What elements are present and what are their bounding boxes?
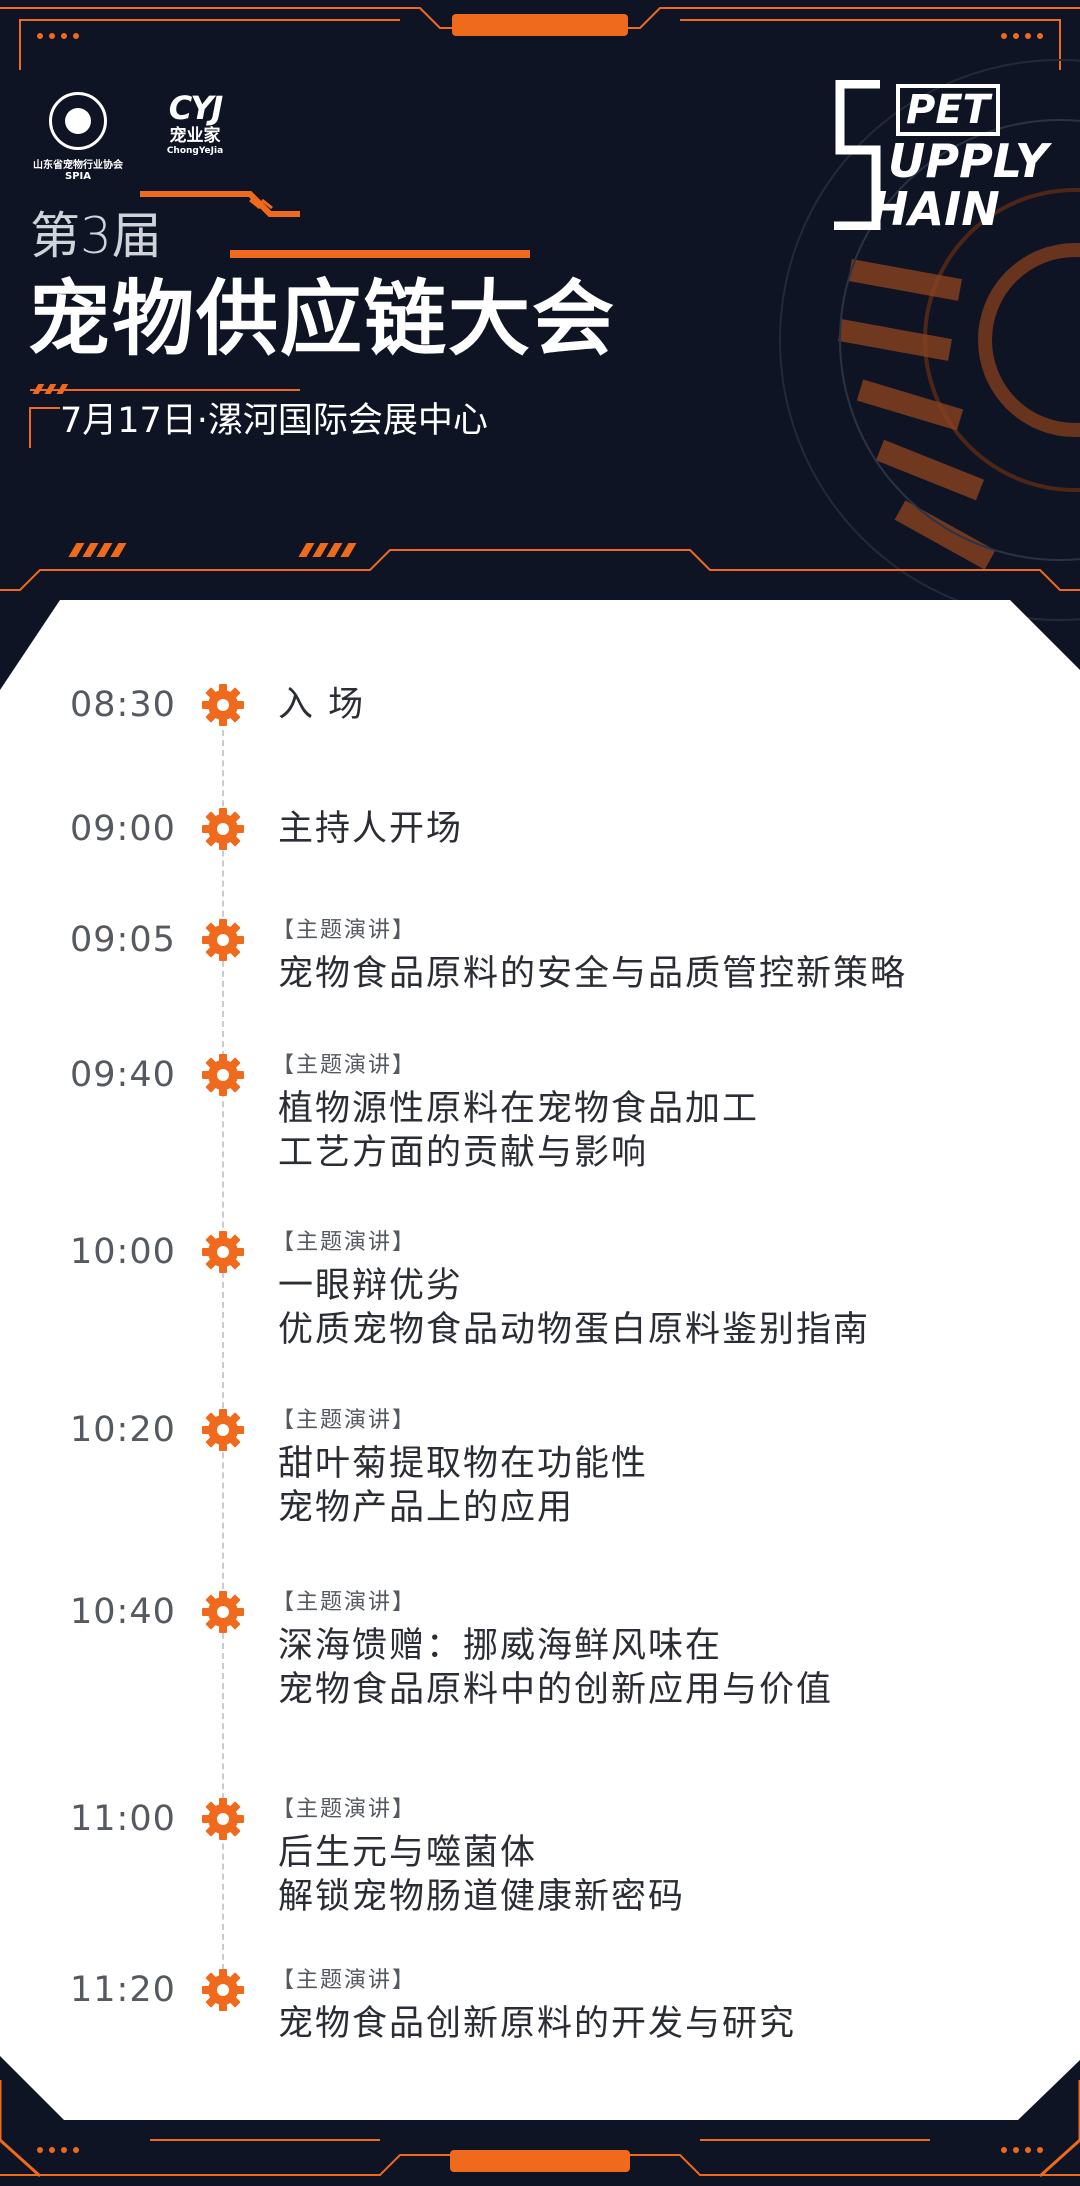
schedule-time: 11:00	[70, 1799, 176, 1839]
spia-abbr: SPIA	[65, 171, 91, 182]
gear-icon	[201, 1968, 245, 2012]
schedule-time: 10:20	[70, 1410, 176, 1450]
gear-icon	[201, 1053, 245, 1097]
schedule-title-line: 解锁宠物肠道健康新密码	[278, 1877, 686, 1917]
poster: 山东省宠物行业协会 SPIA CYJ 宠业家 ChongYeJia PET UP…	[0, 0, 1080, 2186]
spia-emblem-icon	[49, 92, 107, 150]
schedule-title-line: 宠物食品原料的安全与品质管控新策略	[278, 954, 908, 994]
schedule-title-line: 植物源性原料在宠物食品加工	[278, 1089, 760, 1129]
spia-logo: 山东省宠物行业协会 SPIA	[32, 92, 124, 182]
event-date-location: 7月17日·漯河国际会展中心	[60, 401, 488, 441]
schedule-time: 10:00	[70, 1232, 176, 1272]
schedule-title-line: 宠物食品原料中的创新应用与价值	[278, 1670, 834, 1710]
event-title: 宠物供应链大会	[28, 272, 617, 367]
gear-icon	[201, 683, 245, 727]
pet-logo-pet: PET	[896, 84, 1000, 136]
gear-icon	[201, 1797, 245, 1841]
schedule-title-line: 深海馈赠：挪威海鲜风味在	[278, 1626, 723, 1666]
schedule-tag: 【主题演讲】	[272, 918, 417, 943]
schedule-tag: 【主题演讲】	[272, 1053, 417, 1078]
event-edition: 第3届	[30, 207, 162, 265]
gear-icon	[201, 1230, 245, 1274]
schedule-title-line: 后生元与噬菌体	[278, 1833, 538, 1873]
schedule-title-line: 宠物食品创新原料的开发与研究	[278, 2004, 797, 2044]
schedule-time: 09:05	[70, 920, 176, 960]
schedule-title-line: 主持人开场	[278, 809, 464, 849]
schedule-time: 08:30	[70, 685, 176, 725]
schedule-title-line: 甜叶菊提取物在功能性	[278, 1444, 649, 1484]
cyj-name: 宠业家	[169, 126, 221, 146]
schedule-title-line: 入 场	[278, 685, 366, 725]
pet-logo-supply: UPPLY	[888, 134, 1049, 188]
schedule-tag: 【主题演讲】	[272, 1797, 417, 1822]
gear-icon	[201, 918, 245, 962]
pet-logo-chain: HAIN	[870, 182, 1000, 236]
schedule-tag: 【主题演讲】	[272, 1408, 417, 1433]
gear-icon	[201, 807, 245, 851]
schedule-title-line: 优质宠物食品动物蛋白原料鉴别指南	[278, 1310, 871, 1350]
schedule-time: 11:20	[70, 1970, 176, 2010]
schedule-time: 09:00	[70, 809, 176, 849]
pet-supply-chain-logo: PET UPPLY HAIN	[830, 80, 1060, 234]
spia-name: 山东省宠物行业协会	[33, 160, 123, 171]
schedule-time: 10:40	[70, 1592, 176, 1632]
schedule-title-line: 宠物产品上的应用	[278, 1488, 575, 1528]
schedule-time: 09:40	[70, 1055, 176, 1095]
schedule-tag: 【主题演讲】	[272, 1968, 417, 1993]
schedule-tag: 【主题演讲】	[272, 1230, 417, 1255]
cyj-en: ChongYeJia	[166, 146, 224, 156]
schedule-title-line: 一眼辩优劣	[278, 1266, 464, 1306]
schedule-title-line: 工艺方面的贡献与影响	[278, 1133, 649, 1173]
gear-icon	[201, 1590, 245, 1634]
gear-icon	[201, 1408, 245, 1452]
schedule-tag: 【主题演讲】	[272, 1590, 417, 1615]
cyj-mark: CYJ	[168, 89, 224, 127]
cyj-logo: CYJ 宠业家 ChongYeJia	[158, 90, 232, 156]
